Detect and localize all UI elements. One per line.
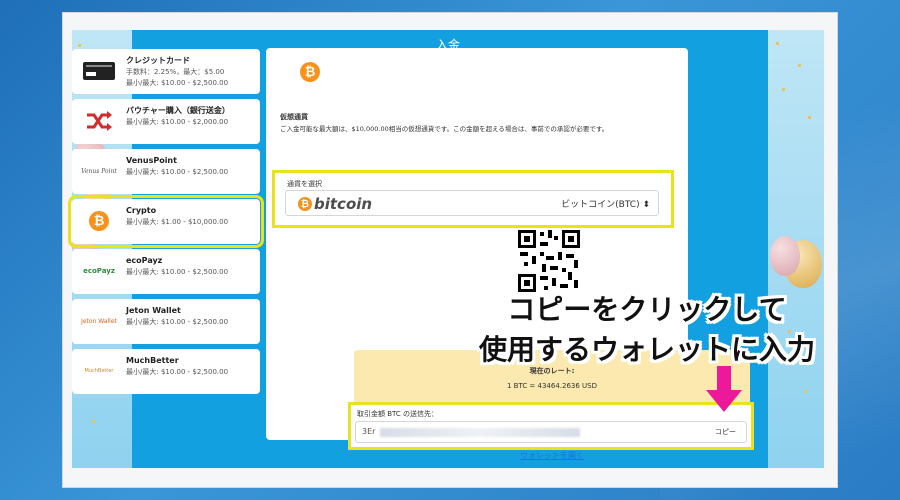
copy-button[interactable]: コピー	[715, 427, 736, 437]
method-fee: 手数料：2.25%，最大：$5.00	[126, 68, 225, 76]
method-name: VenusPoint	[126, 156, 177, 165]
bitcoin-icon-glyph: ₿	[89, 211, 109, 231]
method-limits: 最小/最大: $10.00 - $2,500.00	[126, 168, 229, 176]
confetti	[804, 390, 807, 393]
ecopayz-logo-text: ecoPayz	[83, 267, 115, 275]
wallet-address-field[interactable]: 3Er コピー	[355, 421, 747, 443]
open-wallet-link[interactable]: ウォレットを開く	[520, 450, 584, 461]
jeton-logo: Jeton Wallet	[78, 308, 120, 334]
method-jeton[interactable]: Jeton Wallet Jeton Wallet 最小/最大: $10.00 …	[72, 299, 260, 344]
currency-select-value: ビットコイン(BTC) ⬍	[561, 200, 650, 210]
celebration-decoration-right	[768, 30, 824, 468]
bitcoin-icon: ₿	[298, 197, 312, 211]
wallet-address-value: 3Er	[362, 427, 376, 436]
muchbetter-logo: MuchBetter	[78, 358, 120, 384]
deposit-notice: ご入金可能な最大額は、$10,000.00相当の仮想通貨です。この金額を超える場…	[280, 125, 609, 133]
venuspoint-logo-text: Venus Point	[81, 167, 117, 175]
method-venuspoint[interactable]: Venus Point VenusPoint 最小/最大: $10.00 - $…	[72, 149, 260, 194]
credit-card-icon	[78, 58, 120, 84]
confetti	[808, 116, 811, 119]
method-limits: 最小/最大: $1.00 - $10,000.00	[126, 218, 229, 226]
ecopayz-logo: ecoPayz	[78, 258, 120, 284]
bitcoin-icon: ₿	[300, 62, 320, 82]
down-arrow-icon	[706, 366, 742, 412]
balloon-decoration	[770, 236, 800, 276]
rate-value: 1 BTC = 43464.2636 USD	[506, 382, 598, 390]
method-name: クレジットカード	[126, 56, 190, 65]
method-limits: 最小/最大: $10.00 - $2,500.00	[126, 318, 229, 326]
method-voucher[interactable]: バウチャー購入（銀行送金） 最小/最大: $10.00 - $2,000.00	[72, 99, 260, 144]
currency-label: 通貨を選択	[287, 180, 322, 188]
shuffle-icon	[78, 108, 120, 134]
method-name: バウチャー購入（銀行送金）	[126, 106, 230, 115]
bitcoin-icon: ₿	[78, 208, 120, 234]
currency-select[interactable]: ₿ bitcoin ビットコイン(BTC) ⬍	[285, 190, 659, 216]
method-muchbetter[interactable]: MuchBetter MuchBetter 最小/最大: $10.00 - $2…	[72, 349, 260, 394]
bitcoin-logo: ₿ bitcoin	[298, 195, 372, 213]
section-label: 仮想通貨	[280, 113, 308, 121]
method-name: Jeton Wallet	[126, 306, 181, 315]
callout-line-2: 使用するウォレットに入力	[478, 333, 815, 366]
jeton-logo-text: Jeton Wallet	[81, 317, 117, 325]
currency-select-group: 通貨を選択 ₿ bitcoin ビットコイン(BTC) ⬍	[272, 170, 674, 228]
address-label: 取引金額 BTC の送信先：	[357, 410, 439, 418]
wallet-address-group: 取引金額 BTC の送信先： 3Er コピー	[348, 402, 754, 450]
method-name: ecoPayz	[126, 256, 163, 265]
confetti	[782, 88, 785, 91]
method-crypto[interactable]: ₿ Crypto 最小/最大: $1.00 - $10,000.00	[68, 195, 264, 248]
address-blur-mask	[380, 428, 580, 437]
method-limits: 最小/最大: $10.00 - $2,500.00	[126, 368, 229, 376]
confetti	[92, 420, 95, 423]
method-name: Crypto	[126, 206, 157, 215]
payment-method-list: クレジットカード 手数料：2.25%，最大：$5.00 最小/最大: $10.0…	[68, 49, 264, 399]
muchbetter-logo-text: MuchBetter	[84, 368, 114, 374]
method-name: MuchBetter	[126, 356, 179, 365]
confetti	[798, 64, 801, 67]
method-limits: 最小/最大: $10.00 - $2,500.00	[126, 268, 229, 276]
method-limits: 最小/最大: $10.00 - $2,500.00	[126, 79, 229, 87]
method-credit-card[interactable]: クレジットカード 手数料：2.25%，最大：$5.00 最小/最大: $10.0…	[72, 49, 260, 94]
callout-line-1: コピーをクリックして	[507, 293, 787, 326]
venuspoint-logo: Venus Point	[78, 158, 120, 184]
instruction-callout: コピーをクリックして 使用するウォレットに入力	[462, 290, 832, 370]
qr-code	[516, 228, 582, 294]
bitcoin-wordmark: bitcoin	[314, 195, 373, 213]
method-ecopayz[interactable]: ecoPayz ecoPayz 最小/最大: $10.00 - $2,500.0…	[72, 249, 260, 294]
method-limits: 最小/最大: $10.00 - $2,000.00	[126, 118, 229, 126]
